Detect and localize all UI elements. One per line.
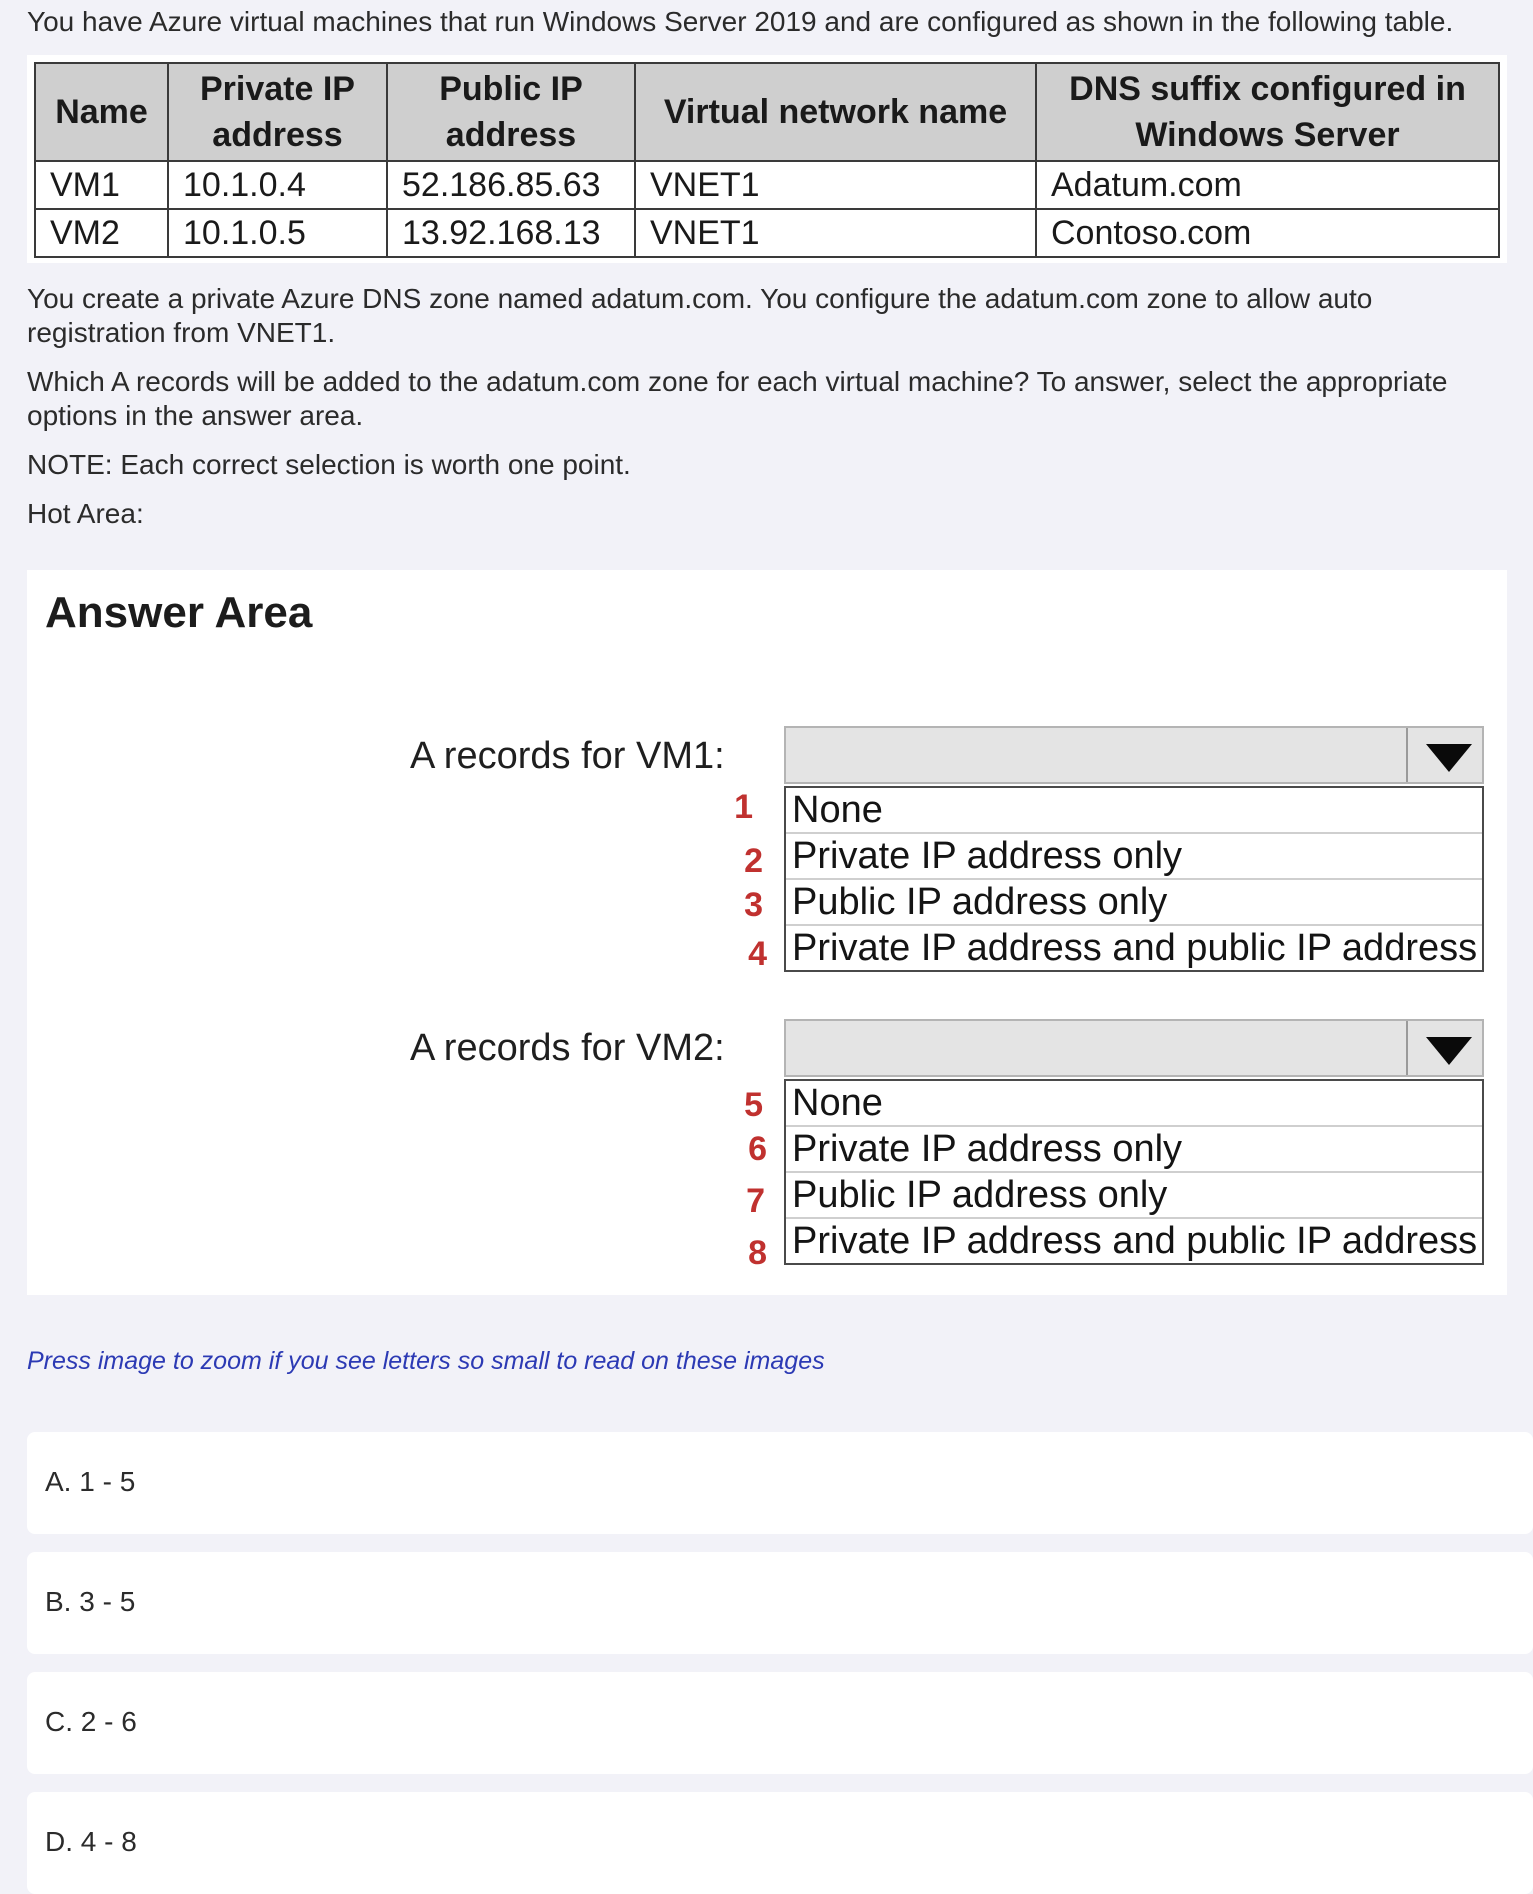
question-note: NOTE: Each correct selection is worth on… [27, 449, 631, 480]
dropdown-option-private-only[interactable]: Private IP address only [786, 834, 1482, 880]
cell-private-ip: 10.1.0.4 [167, 160, 388, 210]
cell-vnet: VNET1 [634, 160, 1037, 210]
hot-area-label: Hot Area: [27, 498, 144, 529]
dropdown-option-private-and-public[interactable]: Private IP address and public IP address [786, 1219, 1482, 1263]
option-number: 7 [746, 1182, 765, 1220]
option-number: 5 [744, 1086, 763, 1124]
cell-public-ip: 13.92.168.13 [386, 208, 636, 258]
table-header-row: Name Private IP address Public IP addres… [34, 62, 1500, 162]
choice-label: C. 2 - 6 [45, 1706, 137, 1737]
option-number: 4 [748, 935, 767, 973]
cell-dns-suffix: Contoso.com [1035, 208, 1500, 258]
cell-public-ip: 52.186.85.63 [386, 160, 636, 210]
header-name: Name [34, 62, 169, 162]
answer-choice-d[interactable]: D. 4 - 8 [27, 1792, 1533, 1894]
answer-area: Answer Area A records for VM1: 1 2 3 4 N… [27, 570, 1507, 1295]
question-paragraph-records: Which A records will be added to the ada… [27, 366, 1448, 431]
dropdown-separator [1406, 728, 1408, 782]
vm-config-table-container: Name Private IP address Public IP addres… [27, 55, 1507, 263]
header-public-ip: Public IP address [386, 62, 636, 162]
option-number: 2 [744, 842, 763, 880]
vm1-options-list: None Private IP address only Public IP a… [784, 786, 1484, 972]
question-intro: You have Azure virtual machines that run… [27, 6, 1454, 37]
header-dns-suffix: DNS suffix configured in Windows Server [1035, 62, 1500, 162]
dropdown-option-public-only[interactable]: Public IP address only [786, 1173, 1482, 1219]
cell-name: VM1 [34, 160, 169, 210]
option-number: 6 [748, 1130, 767, 1168]
table-row: VM1 10.1.0.4 52.186.85.63 VNET1 Adatum.c… [34, 160, 1500, 210]
vm2-records-label: A records for VM2: [410, 1027, 725, 1069]
vm1-records-label: A records for VM1: [410, 735, 725, 777]
vm1-dropdown[interactable] [784, 726, 1484, 784]
cell-name: VM2 [34, 208, 169, 258]
dropdown-option-public-only[interactable]: Public IP address only [786, 880, 1482, 926]
table-row: VM2 10.1.0.5 13.92.168.13 VNET1 Contoso.… [34, 208, 1500, 258]
cell-vnet: VNET1 [634, 208, 1037, 258]
choice-label: B. 3 - 5 [45, 1586, 136, 1617]
dropdown-option-private-only[interactable]: Private IP address only [786, 1127, 1482, 1173]
answer-area-title: Answer Area [45, 588, 313, 637]
header-vnet: Virtual network name [634, 62, 1037, 162]
answer-choice-a[interactable]: A. 1 - 5 [27, 1432, 1533, 1534]
option-number: 1 [734, 788, 753, 826]
question-paragraph-zone: You create a private Azure DNS zone name… [27, 283, 1373, 348]
zoom-hint-note: Press image to zoom if you see letters s… [27, 1347, 825, 1375]
cell-dns-suffix: Adatum.com [1035, 160, 1500, 210]
option-number: 3 [744, 886, 763, 924]
dropdown-option-private-and-public[interactable]: Private IP address and public IP address [786, 926, 1482, 970]
choice-label: A. 1 - 5 [45, 1466, 136, 1497]
vm2-dropdown[interactable] [784, 1019, 1484, 1077]
choice-label: D. 4 - 8 [45, 1826, 137, 1857]
dropdown-option-none[interactable]: None [786, 788, 1482, 834]
vm2-options-list: None Private IP address only Public IP a… [784, 1079, 1484, 1265]
dropdown-separator [1406, 1021, 1408, 1075]
cell-private-ip: 10.1.0.5 [167, 208, 388, 258]
header-private-ip: Private IP address [167, 62, 388, 162]
answer-choice-b[interactable]: B. 3 - 5 [27, 1552, 1533, 1654]
answer-choice-c[interactable]: C. 2 - 6 [27, 1672, 1533, 1774]
dropdown-option-none[interactable]: None [786, 1081, 1482, 1127]
option-number: 8 [748, 1234, 767, 1272]
chevron-down-icon[interactable] [1426, 744, 1472, 772]
chevron-down-icon[interactable] [1426, 1037, 1472, 1065]
vm-config-table: Name Private IP address Public IP addres… [34, 62, 1500, 258]
